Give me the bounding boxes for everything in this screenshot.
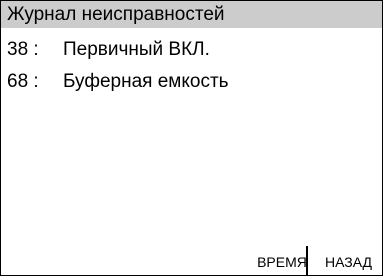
softkey-divider [306, 246, 308, 275]
page-title: Журнал неисправностей [7, 3, 225, 25]
fault-row[interactable]: 38 : Первичный ВКЛ. [1, 34, 382, 66]
fault-row[interactable]: 68 : Буферная емкость [1, 66, 382, 98]
title-bar: Журнал неисправностей [1, 1, 382, 28]
fault-code: 38 : [7, 39, 39, 60]
fault-name: Буферная емкость [63, 71, 229, 92]
fault-name: Первичный ВКЛ. [63, 39, 210, 60]
fault-list: 38 : Первичный ВКЛ. 68 : Буферная емкост… [1, 34, 382, 98]
softkey-bar: ВРЕМЯ НАЗАД [249, 246, 382, 275]
fault-log-screen: Журнал неисправностей 38 : Первичный ВКЛ… [0, 0, 383, 276]
back-softkey[interactable]: НАЗАД [315, 249, 382, 275]
fault-code: 68 : [7, 71, 39, 92]
